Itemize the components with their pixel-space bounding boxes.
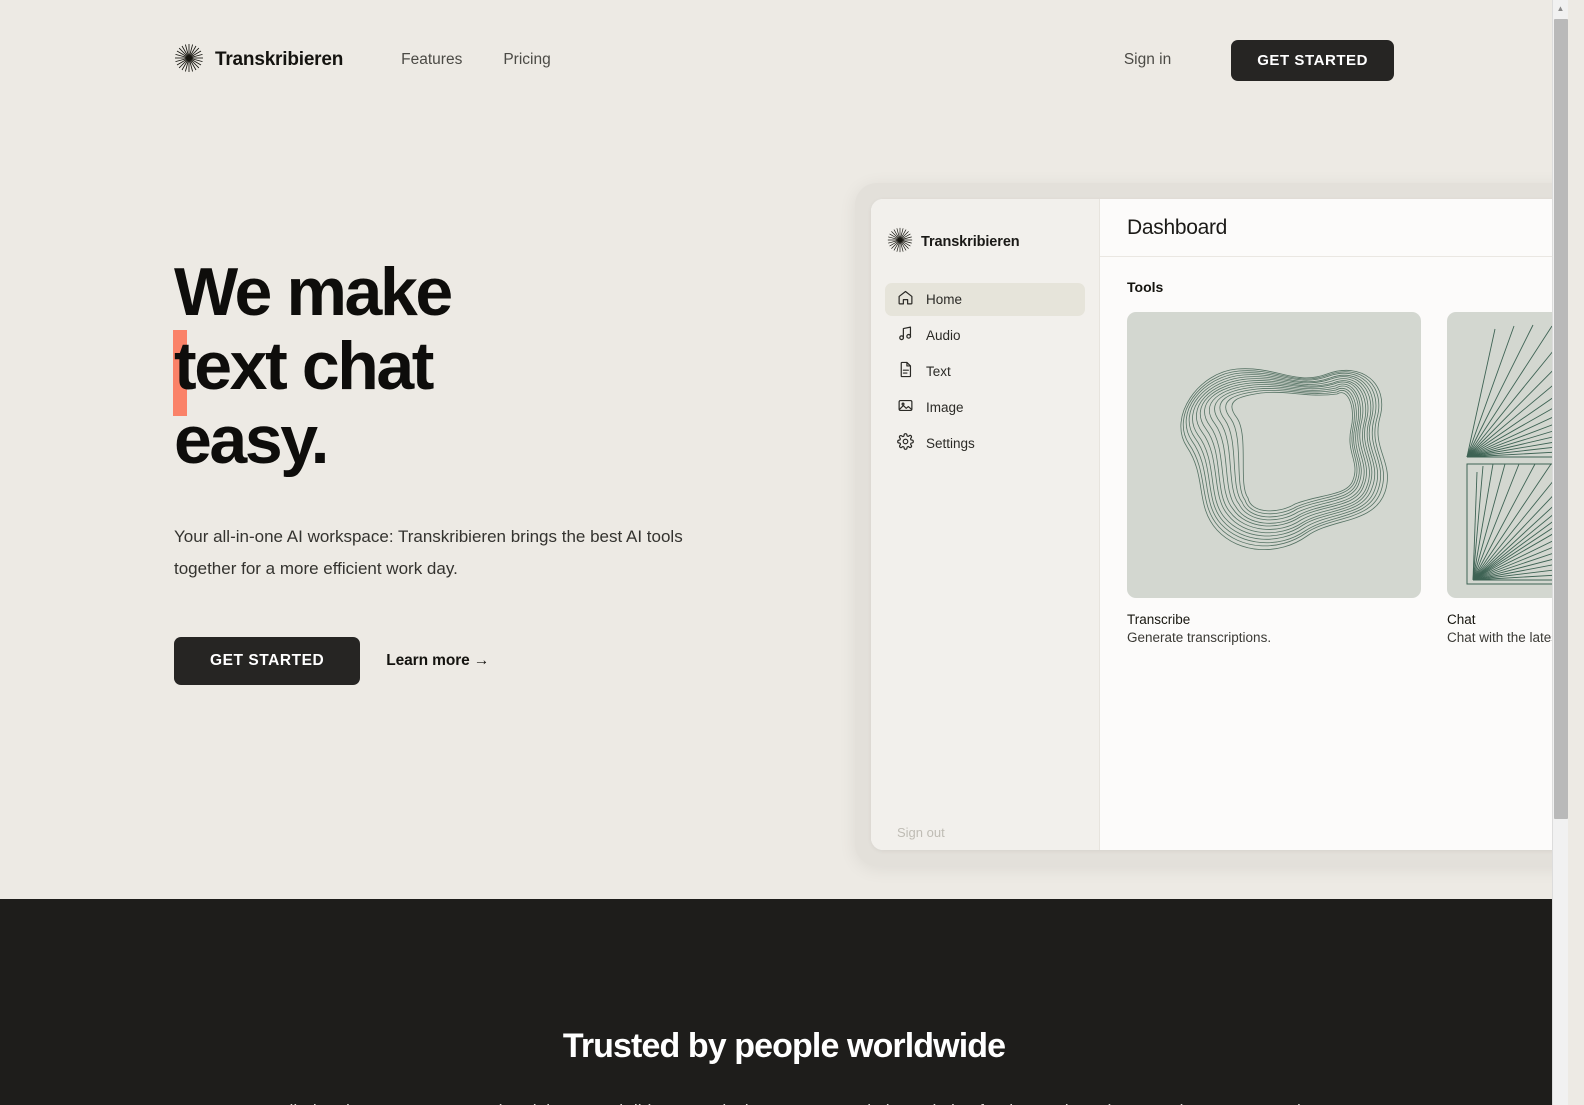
tool-description: Chat with the latest . [1447,630,1568,645]
page-scrollbar[interactable]: ▲ [1552,0,1568,1105]
sidebar-item-label: Home [926,292,963,307]
tools-grid: Transcribe Generate transcriptions. Chat… [1127,312,1568,645]
mockup-brand-name: Transkribieren [921,234,1020,250]
site-header: Transkribieren Features Pricing Sign in … [0,0,1568,120]
dashboard-mockup: Transkribieren Home Audio Text Image Set… [871,199,1568,850]
sidebar-item-audio[interactable]: Audio [885,319,1085,352]
sidebar-item-image[interactable]: Image [885,391,1085,424]
wavy-contour-blob-art [1127,312,1421,598]
page-title: Dashboard [1127,215,1228,239]
dashboard-mockup-frame: Transkribieren Home Audio Text Image Set… [855,183,1568,866]
hero-subtitle: Your all-in-one AI workspace: Transkribi… [174,527,683,578]
headline-line-1: We make [174,254,453,330]
image-icon [897,397,914,419]
learn-more-link[interactable]: Learn more → [386,652,489,670]
brand-name: Transkribieren [215,49,344,70]
hero-get-started-button[interactable]: GET STARTED [174,637,361,685]
brand-logo[interactable]: Transkribieren [174,43,343,78]
tool-description: Generate transcriptions. [1127,630,1272,645]
nav-link-pricing[interactable]: Pricing [503,51,550,69]
tool-name: Chat [1447,612,1476,627]
tool-card-chat[interactable]: Chat Chat with the latest . [1447,312,1568,645]
tool-name: Transcribe [1127,612,1191,627]
sidebar-item-label: Settings [926,436,975,451]
section-title: Trusted by people worldwide [562,1027,1006,1065]
tools-heading: Tools [1127,279,1164,295]
music-note-icon [897,325,914,347]
starburst-icon [174,43,204,78]
testimonial-section: Trusted by people worldwide Relied on by… [0,899,1568,1105]
sign-in-link[interactable]: Sign in [1124,51,1171,69]
document-icon [897,361,914,383]
landing-page: Transkribieren Features Pricing Sign in … [0,0,1568,1105]
main-nav: Features Pricing [401,51,551,69]
gear-icon [897,432,914,455]
headline-line-2: text chat [174,328,434,404]
tool-card-transcribe[interactable]: Transcribe Generate transcriptions. [1127,312,1421,645]
mockup-sidebar-nav: Home Audio Text Image Settings [885,283,1085,460]
starburst-icon [887,227,913,258]
header-get-started-button[interactable]: GET STARTED [1231,39,1394,81]
nav-link-features[interactable]: Features [401,51,462,69]
sidebar-item-settings[interactable]: Settings [885,427,1085,460]
scrollbar-thumb[interactable] [1554,19,1568,819]
hero-cta-row: GET STARTED Learn more → [174,637,814,685]
scrollbar-up-arrow[interactable]: ▲ [1553,0,1568,17]
hero-headline: We make text chat easy. [173,254,814,478]
header-actions: Sign in GET STARTED [1124,39,1394,81]
home-icon [897,289,914,311]
headline-line-3: easy. [174,402,330,478]
sign-out-link[interactable]: Sign out [897,825,945,840]
tools-section: Tools Transcribe Generate transcriptions… [1100,257,1568,645]
sidebar-item-home[interactable]: Home [885,283,1085,316]
sidebar-item-label: Image [926,400,964,415]
sidebar-item-label: Text [926,364,951,379]
mockup-brand: Transkribieren [885,221,1085,263]
mockup-sidebar: Transkribieren Home Audio Text Image Set… [871,199,1100,850]
hero-section: We make text chat easy. Your all-in-one … [173,254,814,685]
sidebar-item-text[interactable]: Text [885,355,1085,388]
section-subtitle: Relied on by creators across the globe. … [0,1097,1568,1105]
mockup-main-content: Dashboard Tools Transcribe Generate tran… [1100,199,1568,850]
mockup-topbar: Dashboard [1100,199,1568,257]
sidebar-item-label: Audio [926,328,961,343]
radial-line-burst-art [1447,312,1568,598]
